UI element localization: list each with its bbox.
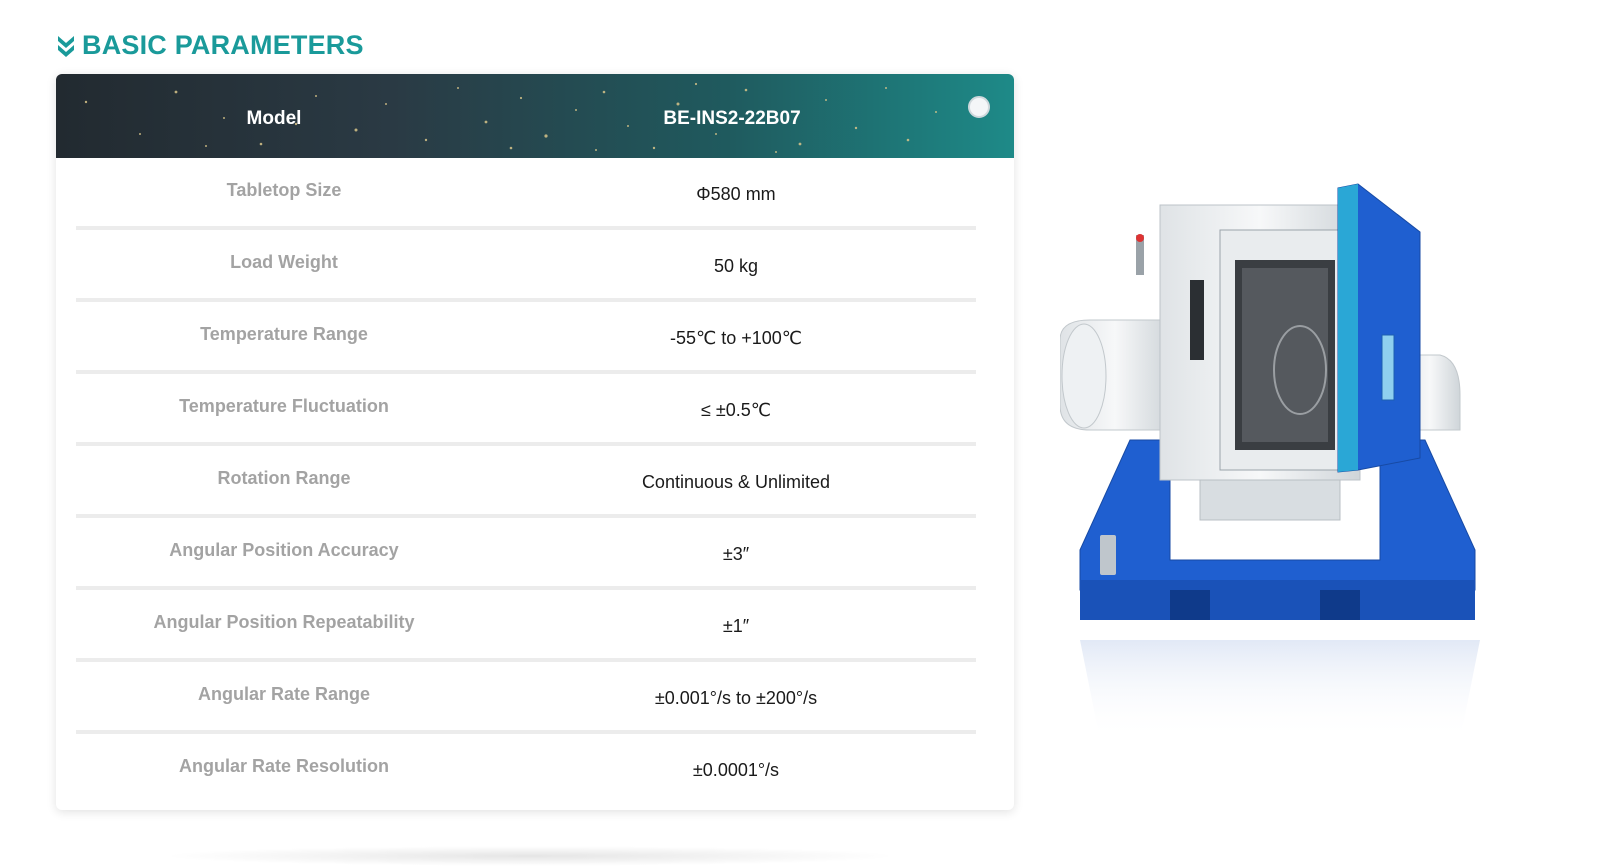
row-value: 50 kg	[713, 256, 759, 276]
floor-reflection	[1080, 640, 1480, 740]
row-label: Tabletop Size	[226, 180, 342, 200]
header-model-value: BE-INS2-22B07	[663, 108, 801, 129]
row-value: ±1″	[722, 616, 750, 636]
section-title: BASIC PARAMETERS	[56, 30, 364, 61]
toggle-dot-button[interactable]	[968, 96, 990, 118]
double-chevron-down-icon	[58, 35, 74, 57]
row-label: Temperature Range	[200, 324, 368, 344]
table-row: Rotation Range Continuous & Unlimited	[76, 446, 976, 518]
table-row: Angular Rate Resolution ±0.0001°/s	[76, 734, 976, 806]
table-row: Angular Position Repeatability ±1″	[76, 590, 976, 662]
table-row: Tabletop Size Φ580 mm	[76, 158, 976, 230]
bottom-shadow-decoration	[160, 846, 900, 866]
row-value: Φ580 mm	[696, 184, 776, 204]
row-value: ±3″	[722, 544, 750, 564]
parameters-table: Model BE-INS2-22B07 Tabletop Size Φ580 m…	[56, 74, 1014, 810]
table-row: Temperature Fluctuation ≤ ±0.5℃	[76, 374, 976, 446]
row-label: Angular Rate Range	[197, 684, 371, 704]
row-value: ±0.0001°/s	[692, 760, 780, 780]
table-row: Load Weight 50 kg	[76, 230, 976, 302]
row-value: ≤ ±0.5℃	[701, 400, 771, 420]
header-label: Model	[246, 108, 302, 129]
table-row: Temperature Range -55℃ to +100℃	[76, 302, 976, 374]
row-value: Continuous & Unlimited	[641, 472, 831, 492]
product-image	[1060, 183, 1480, 740]
row-label: Angular Position Accuracy	[169, 540, 399, 560]
row-value: ±0.001°/s to ±200°/s	[654, 688, 818, 708]
row-label: Rotation Range	[217, 468, 351, 488]
table-row: Angular Position Accuracy ±3″	[76, 518, 976, 590]
row-label: Angular Position Repeatability	[153, 612, 415, 632]
row-value: -55℃ to +100℃	[669, 328, 802, 348]
row-label: Load Weight	[230, 252, 338, 272]
row-label: Angular Rate Resolution	[178, 756, 389, 776]
row-label: Temperature Fluctuation	[179, 396, 389, 416]
table-body: Tabletop Size Φ580 mm Load Weight 50 kg …	[76, 158, 976, 806]
table-row: Angular Rate Range ±0.001°/s to ±200°/s	[76, 662, 976, 734]
section-title-text: BASIC PARAMETERS	[82, 30, 364, 60]
table-header: Model BE-INS2-22B07	[56, 74, 1014, 158]
